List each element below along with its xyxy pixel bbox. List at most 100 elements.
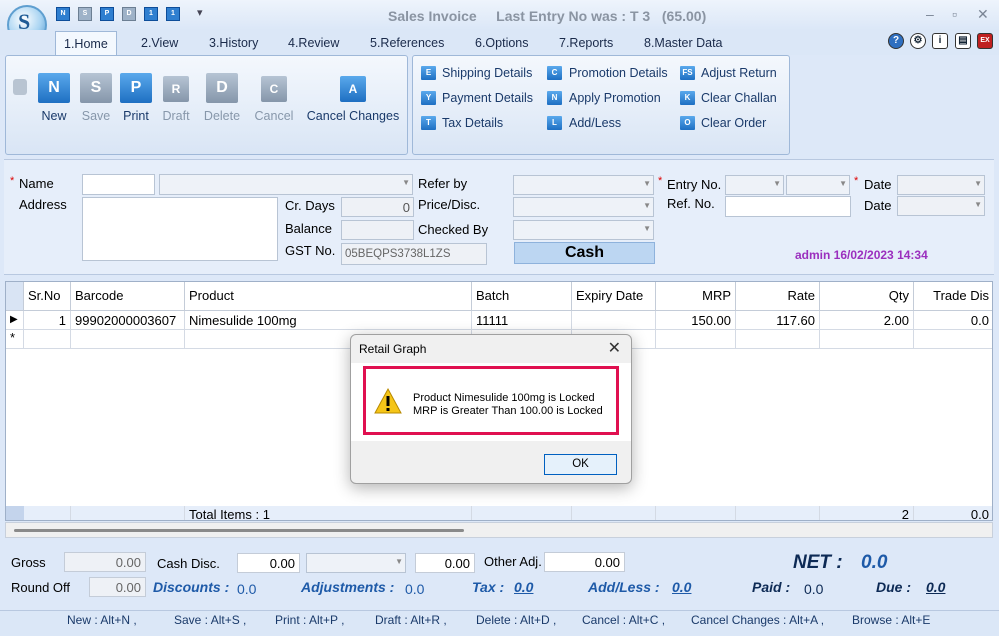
settings-icon[interactable]: ⚙	[910, 33, 926, 49]
quick-print-icon[interactable]: P	[100, 7, 114, 21]
due-link[interactable]: 0.0	[926, 579, 945, 595]
address-textarea[interactable]	[82, 197, 278, 261]
cr-days-input[interactable]: 0	[341, 197, 414, 217]
save-button[interactable]: Save	[75, 109, 117, 123]
quick-action-icon[interactable]: 1	[144, 7, 158, 21]
new-row-cell[interactable]	[914, 330, 992, 349]
entry-no-combo[interactable]: ▼	[786, 175, 850, 195]
shipping-details-icon[interactable]: E	[421, 66, 436, 80]
apply-promotion-button[interactable]: Apply Promotion	[569, 91, 661, 105]
tax-link[interactable]: 0.0	[514, 579, 533, 595]
cell-trade-discount[interactable]: 0.0	[914, 311, 992, 330]
column-header-srno[interactable]: Sr.No	[24, 282, 71, 311]
new-row-cell[interactable]	[656, 330, 736, 349]
add-less-button[interactable]: Add/Less	[569, 116, 621, 130]
cash-disc-amount-input[interactable]: 0.00	[415, 553, 475, 573]
cash-disc-combo[interactable]: ▼	[306, 553, 406, 573]
promotion-details-icon[interactable]: C	[547, 66, 562, 80]
refer-by-combo[interactable]: ▼	[513, 175, 654, 195]
totals-cell	[472, 506, 572, 520]
date-picker[interactable]: ▼	[897, 175, 985, 195]
clear-order-button[interactable]: Clear Order	[701, 116, 766, 130]
payment-mode-cash-button[interactable]: Cash	[514, 242, 655, 264]
entry-series-combo[interactable]: ▼	[725, 175, 784, 195]
cell-mrp[interactable]: 150.00	[656, 311, 736, 330]
tab-master-data[interactable]: 8.Master Data	[636, 33, 731, 55]
cell-rate[interactable]: 117.60	[736, 311, 820, 330]
other-adj-input[interactable]: 0.00	[544, 552, 625, 572]
column-header-expiry[interactable]: Expiry Date	[572, 282, 656, 311]
promotion-details-button[interactable]: Promotion Details	[569, 66, 668, 80]
cell-barcode[interactable]: 99902000003607	[71, 311, 185, 330]
cell-expiry[interactable]	[572, 311, 656, 330]
name-combo[interactable]: ▼	[159, 174, 413, 195]
tab-references[interactable]: 5.References	[362, 33, 452, 55]
clear-challan-button[interactable]: Clear Challan	[701, 91, 777, 105]
info-icon[interactable]: i	[932, 33, 948, 49]
new-button[interactable]: New	[33, 109, 75, 123]
cell-qty[interactable]: 2.00	[820, 311, 914, 330]
column-header-trade-discount[interactable]: Trade Dis	[914, 282, 992, 311]
tab-history[interactable]: 3.History	[201, 33, 266, 55]
draft-button[interactable]: Draft	[155, 109, 197, 123]
discounts-value: 0.0	[237, 581, 257, 597]
apply-promotion-icon[interactable]: N	[547, 91, 562, 105]
column-header-qty[interactable]: Qty	[820, 282, 914, 311]
shipping-details-button[interactable]: Shipping Details	[442, 66, 532, 80]
customize-quick-access-icon[interactable]: ▾	[197, 6, 203, 19]
payment-details-icon[interactable]: Y	[421, 91, 436, 105]
dialog-close-icon[interactable]: ✕	[608, 338, 621, 358]
payment-details-button[interactable]: Payment Details	[442, 91, 533, 105]
quick-action-icon[interactable]: 1	[166, 7, 180, 21]
new-row-cell[interactable]	[71, 330, 185, 349]
minimize-icon[interactable]: –	[926, 6, 934, 22]
clear-order-icon[interactable]: O	[680, 116, 695, 130]
tab-home[interactable]: 1.Home	[55, 31, 117, 55]
document-icon[interactable]: ▤	[955, 33, 971, 49]
column-header-mrp[interactable]: MRP	[656, 282, 736, 311]
grid-horizontal-scrollbar[interactable]	[5, 522, 993, 538]
clear-challan-icon[interactable]: K	[680, 91, 695, 105]
cell-srno[interactable]: 1	[24, 311, 71, 330]
delete-button[interactable]: Delete	[201, 109, 243, 123]
new-icon[interactable]: N	[38, 73, 70, 103]
column-header-batch[interactable]: Batch	[472, 282, 572, 311]
cash-disc-percent-input[interactable]: 0.00	[237, 553, 300, 573]
new-row-cell[interactable]	[24, 330, 71, 349]
price-disc-combo[interactable]: ▼	[513, 197, 654, 217]
cancel-changes-button[interactable]: Cancel Changes	[305, 109, 401, 123]
exit-icon[interactable]: EX	[977, 33, 993, 49]
new-row-cell[interactable]	[736, 330, 820, 349]
help-icon[interactable]: ?	[888, 33, 904, 49]
tab-reports[interactable]: 7.Reports	[551, 33, 621, 55]
tab-review[interactable]: 4.Review	[280, 33, 347, 55]
print-icon[interactable]: P	[120, 73, 152, 103]
maximize-icon[interactable]: ▫	[952, 6, 957, 22]
ref-date-picker[interactable]: ▼	[897, 196, 985, 216]
cancel-changes-icon[interactable]: A	[340, 76, 366, 102]
adjust-return-icon[interactable]: FS	[680, 66, 695, 80]
column-header-rate[interactable]: Rate	[736, 282, 820, 311]
column-header-barcode[interactable]: Barcode	[71, 282, 185, 311]
quick-save-icon[interactable]: S	[78, 7, 92, 21]
tax-details-icon[interactable]: T	[421, 116, 436, 130]
cell-batch[interactable]: 11111	[472, 311, 572, 330]
column-header-product[interactable]: Product	[185, 282, 472, 311]
print-button[interactable]: Print	[115, 109, 157, 123]
tax-details-button[interactable]: Tax Details	[442, 116, 503, 130]
add-less-icon[interactable]: L	[547, 116, 562, 130]
checked-by-combo[interactable]: ▼	[513, 220, 654, 240]
adjust-return-button[interactable]: Adjust Return	[701, 66, 777, 80]
cancel-button[interactable]: Cancel	[252, 109, 296, 123]
cell-product[interactable]: Nimesulide 100mg	[185, 311, 472, 330]
ok-button[interactable]: OK	[544, 454, 617, 475]
tab-options[interactable]: 6.Options	[467, 33, 537, 55]
add-less-link[interactable]: 0.0	[672, 579, 691, 595]
name-code-input[interactable]	[82, 174, 155, 195]
ref-no-input[interactable]	[725, 196, 851, 217]
quick-delete-icon[interactable]: D	[122, 7, 136, 21]
close-icon[interactable]: ✕	[977, 6, 989, 23]
quick-new-icon[interactable]: N	[56, 7, 70, 21]
new-row-cell[interactable]	[820, 330, 914, 349]
tab-view[interactable]: 2.View	[133, 33, 186, 55]
